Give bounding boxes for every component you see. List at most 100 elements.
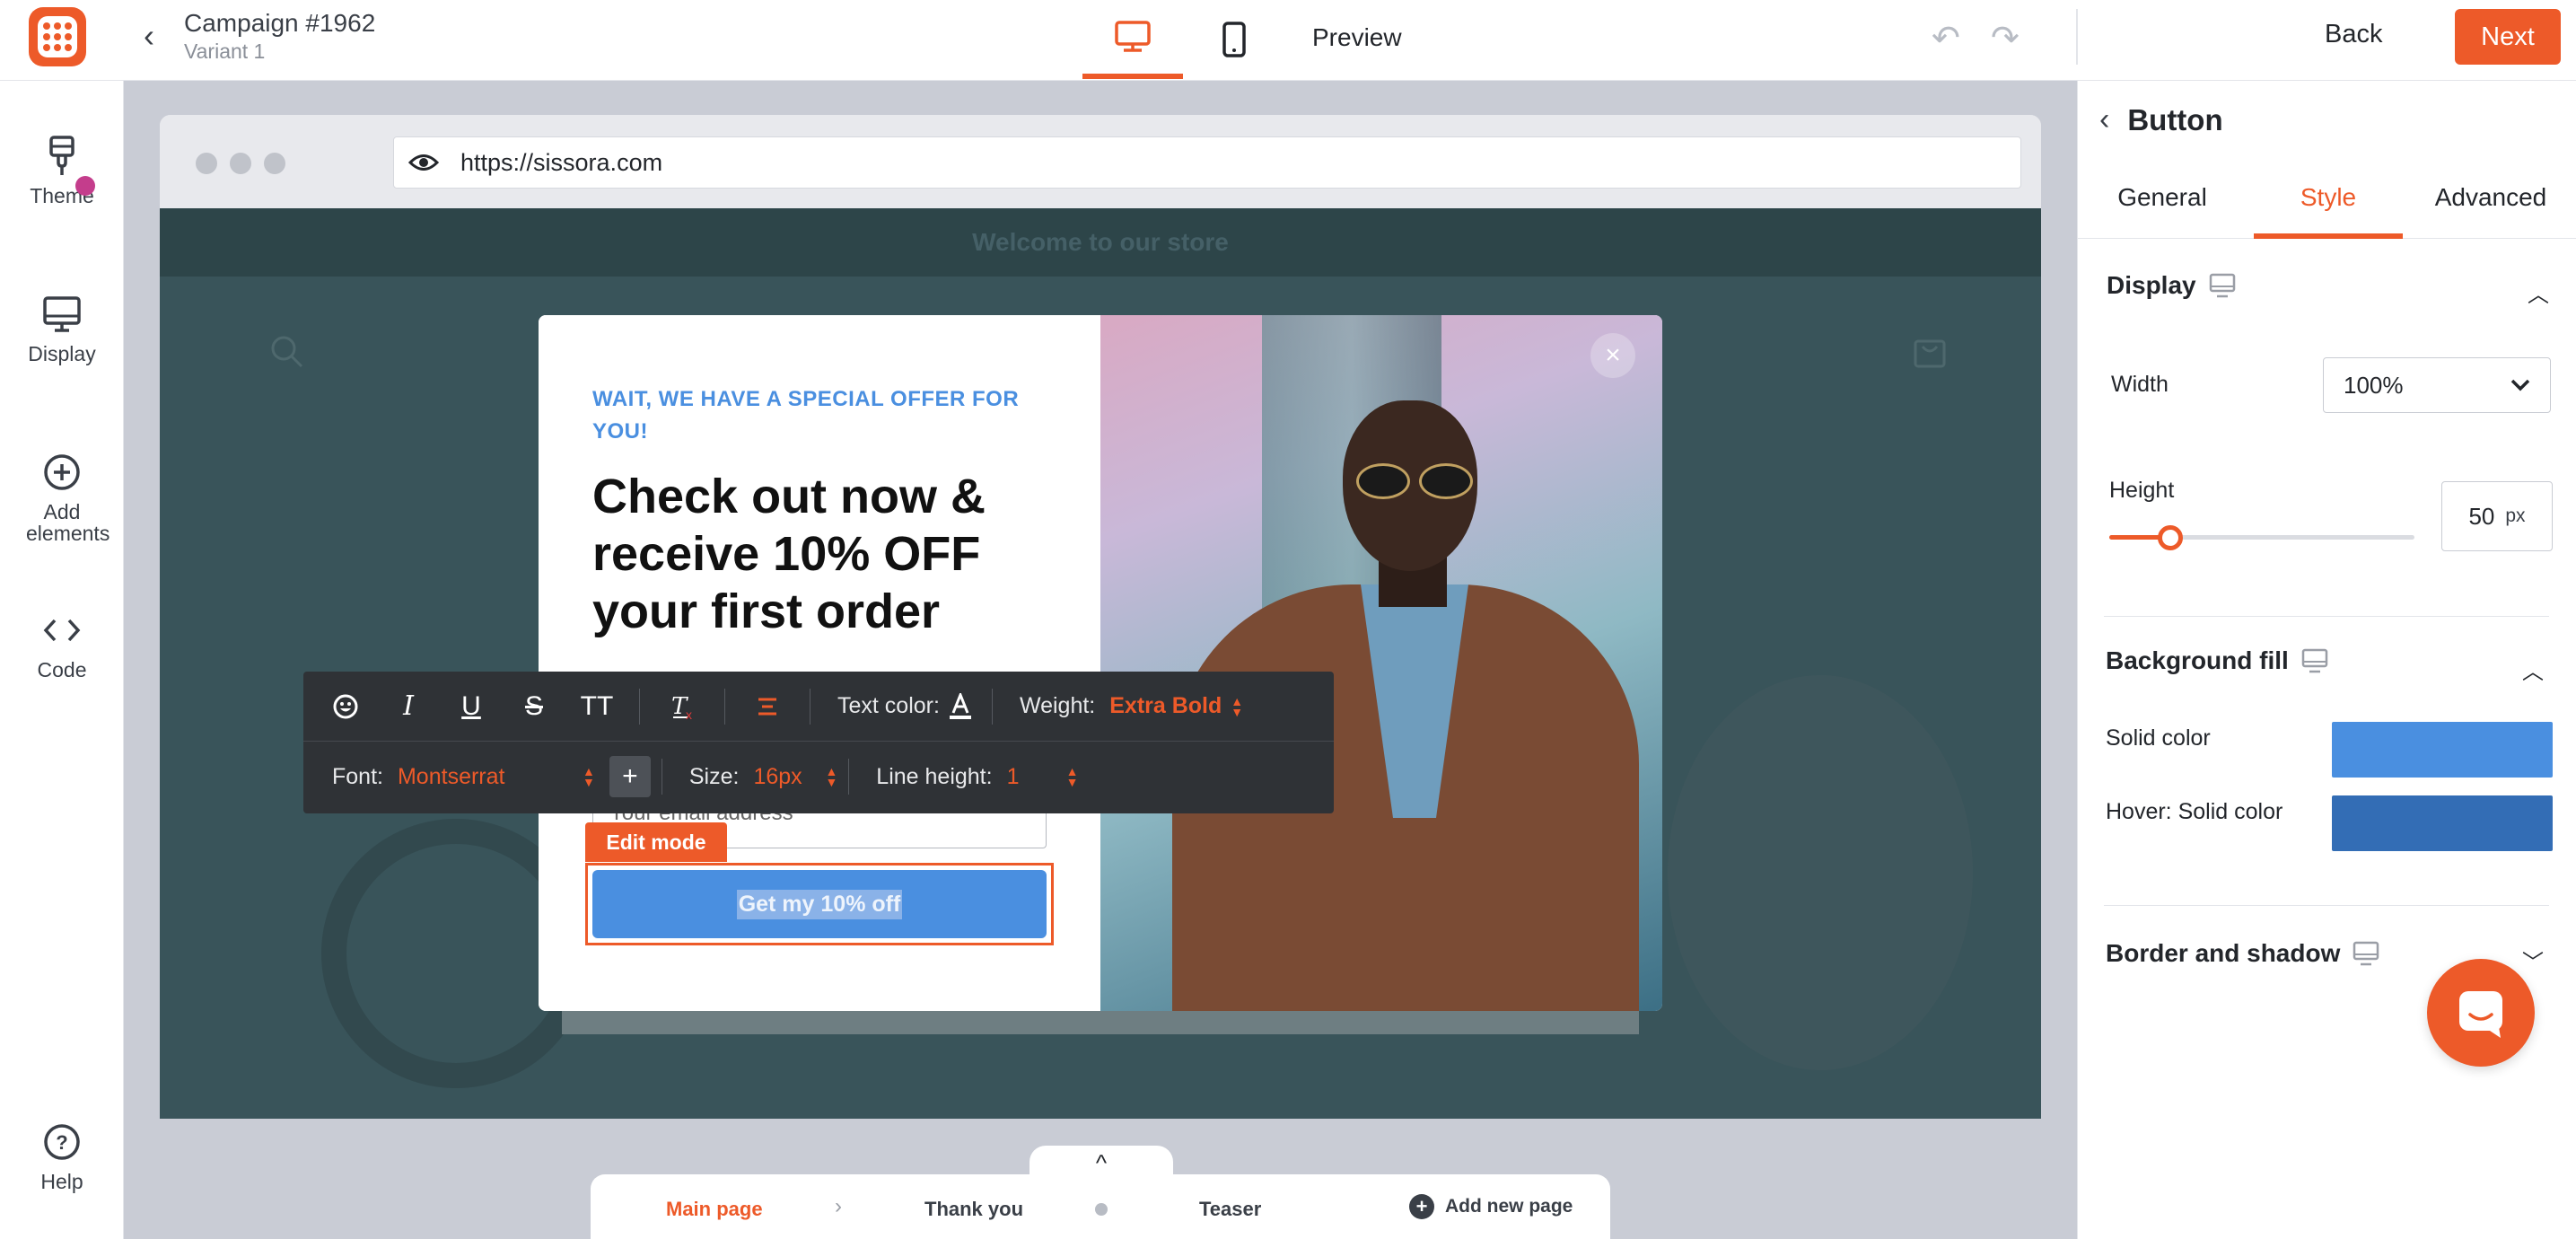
sidebar-item-add-elements[interactable]: Add elements	[0, 444, 124, 544]
line-height-label: Line height:	[876, 763, 993, 789]
tab-style[interactable]: Style	[2254, 167, 2403, 239]
popup-close-button[interactable]: ×	[1590, 333, 1635, 378]
redo-icon[interactable]: ↷	[1991, 18, 2020, 58]
sidebar-label: Display	[28, 342, 96, 365]
popup-headline[interactable]: Check out now & receive 10% OFF your fir…	[592, 468, 1077, 640]
eye-icon[interactable]	[408, 153, 441, 172]
desktop-view-tab[interactable]	[1082, 0, 1183, 79]
page-tabs-bar: Main page › Thank you Teaser + Add new p…	[591, 1174, 1610, 1239]
font-label: Font:	[332, 763, 383, 789]
border-shadow-section-header[interactable]: Border and shadow	[2106, 939, 2379, 968]
top-bar: ‹ Campaign #1962 Variant 1 Preview ↶ ↷ B…	[0, 0, 2576, 81]
popup-content: WAIT, WE HAVE A SPECIAL OFFER FOR YOU! C…	[539, 315, 1100, 1011]
page-tab-teaser[interactable]: Teaser	[1199, 1198, 1261, 1221]
weight-label: Weight:	[1019, 693, 1096, 718]
add-new-page-button[interactable]: + Add new page	[1409, 1194, 1573, 1219]
chat-support-button[interactable]	[2427, 959, 2535, 1067]
desktop-icon	[2209, 273, 2235, 298]
height-slider[interactable]	[2109, 525, 2414, 550]
url-text: https://sissora.com	[460, 148, 663, 176]
window-dots	[196, 153, 285, 174]
divider	[2076, 9, 2078, 65]
back-chevron-icon[interactable]: ‹	[144, 20, 154, 52]
chevron-right-icon: ›	[835, 1194, 842, 1218]
preview-button[interactable]: Preview	[1292, 0, 1422, 75]
plus-circle-icon	[0, 444, 124, 501]
size-select[interactable]: 16px	[753, 764, 816, 790]
height-slider-thumb[interactable]	[2158, 525, 2183, 550]
editor-canvas: https://sissora.com Welcome to our store…	[160, 115, 2041, 1119]
page-tab-thank-you[interactable]: Thank you	[924, 1198, 1023, 1221]
add-font-button[interactable]: +	[609, 756, 651, 797]
app-logo[interactable]	[29, 7, 86, 66]
size-stepper-icon[interactable]: ▲ ▼	[825, 765, 837, 788]
underline-icon[interactable]: U	[440, 672, 503, 742]
divider	[2104, 616, 2549, 617]
browser-chrome: https://sissora.com	[160, 115, 2041, 208]
page-separator-dot	[1095, 1203, 1108, 1216]
page-tab-main[interactable]: Main page	[666, 1198, 763, 1221]
popup-eyebrow[interactable]: WAIT, WE HAVE A SPECIAL OFFER FOR YOU!	[592, 383, 1023, 448]
display-section-header[interactable]: Display	[2107, 271, 2236, 300]
clear-format-icon[interactable]: Tx	[651, 672, 714, 742]
back-button[interactable]: Back	[2325, 20, 2382, 49]
toolbar-row-1: I U S TT Tx Text color: Weight: Extra Bo…	[303, 672, 1334, 742]
sidebar-item-display[interactable]: Display	[0, 286, 124, 365]
height-unit: px	[2505, 505, 2526, 526]
svg-text:?: ?	[56, 1131, 67, 1154]
display-section-title: Display	[2107, 271, 2196, 299]
sidebar-label: Add elements	[26, 500, 110, 545]
campaign-title: Campaign #1962	[184, 9, 376, 37]
height-value: 50	[2468, 502, 2495, 530]
width-label: Width	[2111, 372, 2169, 397]
font-select[interactable]: Montserrat	[398, 764, 574, 790]
undo-icon[interactable]: ↶	[1932, 18, 1960, 58]
edit-mode-badge: Edit mode	[585, 822, 727, 862]
height-input[interactable]: 50 px	[2441, 481, 2553, 551]
sidebar-item-help[interactable]: ? Help	[0, 1113, 124, 1192]
site-cart-icon	[1912, 334, 1948, 374]
solid-color-swatch[interactable]	[2332, 722, 2553, 778]
desktop-icon	[1115, 21, 1151, 52]
align-center-icon[interactable]	[736, 672, 799, 742]
text-format-toolbar: I U S TT Tx Text color: Weight: Extra Bo…	[303, 672, 1334, 813]
popup: WAIT, WE HAVE A SPECIAL OFFER FOR YOU! C…	[539, 315, 1662, 1011]
plus-circle-icon: +	[1409, 1194, 1434, 1219]
photo-sunglasses	[1356, 463, 1473, 499]
popup-shadow	[562, 1007, 1639, 1034]
hover-color-swatch[interactable]	[2332, 795, 2553, 851]
background-fill-section-header[interactable]: Background fill	[2106, 646, 2328, 675]
line-height-stepper-icon[interactable]: ▲ ▼	[1066, 765, 1079, 788]
sidebar-label: Code	[37, 658, 87, 681]
emoji-icon[interactable]	[314, 672, 377, 742]
chevron-up-icon[interactable]: ︿	[2528, 277, 2549, 308]
weight-select[interactable]: Extra Bold	[1109, 693, 1222, 719]
chevron-down-icon[interactable]: ﹀	[2522, 945, 2549, 976]
chevron-up-icon[interactable]: ︿	[2522, 654, 2549, 685]
help-circle-icon: ?	[0, 1113, 124, 1171]
width-select[interactable]: 100%	[2323, 357, 2551, 413]
mobile-view-tab[interactable]	[1185, 0, 1284, 79]
toolbar-separator	[639, 688, 640, 725]
font-stepper-icon[interactable]: ▲ ▼	[583, 765, 595, 788]
strikethrough-icon[interactable]: S	[503, 672, 565, 742]
svg-text:x: x	[686, 707, 692, 721]
toolbar-row-2: Font: Montserrat ▲ ▼ + Size: 16px ▲ ▼ Line…	[303, 742, 1334, 812]
panel-back-icon[interactable]: ‹	[2099, 102, 2109, 137]
chevron-down-icon	[2510, 379, 2530, 391]
sidebar-item-theme[interactable]: Theme	[0, 127, 124, 206]
line-height-select[interactable]: 1	[1007, 764, 1057, 790]
tab-advanced[interactable]: Advanced	[2419, 167, 2563, 239]
next-button[interactable]: Next	[2455, 9, 2561, 65]
text-color-icon[interactable]	[940, 672, 981, 742]
toolbar-separator	[991, 688, 993, 725]
cta-button[interactable]: Get my 10% off	[592, 870, 1047, 938]
weight-stepper-icon[interactable]: ▲ ▼	[1231, 695, 1243, 718]
sidebar-label: Help	[40, 1170, 83, 1193]
text-transform-icon[interactable]: TT	[565, 672, 628, 742]
italic-icon[interactable]: I	[377, 672, 440, 742]
border-shadow-title: Border and shadow	[2106, 939, 2341, 967]
tab-general[interactable]: General	[2099, 167, 2225, 239]
panel-tabs: General Style Advanced	[2078, 167, 2576, 239]
sidebar-item-code[interactable]: Code	[0, 602, 124, 681]
